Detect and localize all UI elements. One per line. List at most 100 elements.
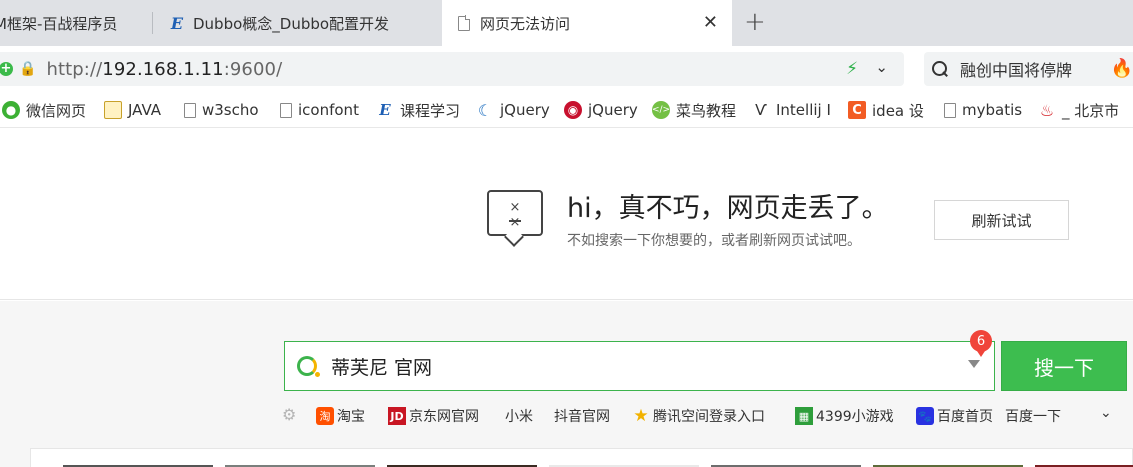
bookmark-label: mybatis	[962, 101, 1022, 119]
error-title: hi，真不巧，网页走丢了。	[567, 193, 889, 224]
hotlink-xiaomi[interactable]: 小米	[505, 405, 533, 427]
lightning-icon[interactable]: ⚡	[846, 59, 858, 79]
hotlink-label: 淘宝	[337, 409, 365, 425]
bookmark-idea[interactable]: C idea 设	[848, 100, 926, 120]
search-input[interactable]	[331, 355, 931, 377]
hotlink-label: 百度首页	[937, 409, 993, 425]
bookmarks-bar: ● 微信网页 JAVA w3scho iconfont E 课程学习 ☾ jQu…	[0, 92, 1133, 128]
bookmark-runoob[interactable]: </> 菜鸟教程	[652, 100, 738, 120]
4399-icon: ▦	[795, 407, 813, 425]
hotlink-label: 小米	[505, 409, 533, 425]
hot-links: ⚙ 淘 淘宝 JD 京东网官网 小米 抖音官网 ★ 腾讯空间登录入口 ▦ 439…	[280, 405, 1133, 427]
e-icon: E	[379, 101, 391, 119]
url-scheme: http://	[46, 58, 103, 80]
tab-strip: M框架-百战程序员 E Dubbo概念_Dubbo配置开发 网页无法访问 ✕ +	[0, 0, 1133, 46]
intellij-icon: Ѵ	[755, 101, 767, 119]
sad-face-icon: × ×	[487, 190, 543, 236]
search-button[interactable]: 搜一下	[1001, 341, 1127, 391]
bookmark-java[interactable]: JAVA	[104, 100, 168, 120]
hotlink-jd[interactable]: JD 京东网官网	[388, 405, 479, 427]
jquery-red-icon: ◉	[564, 101, 582, 119]
hotlink-taobao[interactable]: 淘 淘宝	[316, 405, 365, 427]
bookmark-iconfont[interactable]: iconfont	[280, 100, 360, 120]
bookmark-beijing[interactable]: ♨ _ 北京市	[1038, 100, 1118, 120]
bookmark-label: JAVA	[128, 101, 162, 119]
hotlink-baidu-search[interactable]: 百度一下	[1005, 405, 1061, 427]
bookmark-label: 菜鸟教程	[676, 101, 737, 120]
tab-dubbo[interactable]: E Dubbo概念_Dubbo配置开发	[153, 0, 441, 46]
address-bar[interactable]: + 🔒 http://192.168.1.11:9600/ ⚡ ⌄	[0, 52, 904, 86]
url-text[interactable]: http://192.168.1.11:9600/	[46, 59, 282, 80]
doc-icon	[184, 102, 196, 118]
bookmark-label: iconfont	[298, 101, 359, 119]
star-icon: ★	[633, 406, 649, 426]
chevron-down-icon[interactable]: ⌄	[1100, 405, 1112, 421]
plus-icon[interactable]: +	[0, 62, 13, 76]
search-section: 6 搜一下 ⚙ 淘 淘宝 JD 京东网官网 小米 抖音官网 ★ 腾讯空间登录入口…	[0, 301, 1133, 467]
new-tab-button[interactable]: +	[744, 8, 766, 36]
hotlink-4399[interactable]: ▦ 4399小游戏	[795, 405, 894, 427]
face-eyes: × ×	[509, 200, 531, 230]
bookmark-jquery[interactable]: ☾ jQuery	[476, 100, 552, 120]
doc-icon	[944, 102, 956, 118]
notification-badge: 6	[970, 330, 992, 357]
search-box[interactable]	[284, 341, 995, 391]
jd-icon: JD	[388, 407, 406, 425]
tab-label: 网页无法访问	[480, 14, 571, 33]
baidu-icon: 🐾	[916, 407, 934, 425]
bookmark-label: _ 北京市	[1062, 101, 1118, 120]
bookmark-wechat[interactable]: ● 微信网页	[2, 100, 88, 120]
address-row: + 🔒 http://192.168.1.11:9600/ ⚡ ⌄ 融创中国将停…	[0, 46, 1133, 92]
url-host: 192.168.1.11	[102, 58, 224, 80]
search-icon	[932, 61, 948, 77]
hotlink-label: 4399小游戏	[816, 409, 894, 425]
beijing-icon: ♨	[1039, 100, 1055, 120]
bookmark-course[interactable]: E 课程学习	[376, 100, 462, 120]
hotlink-baidu-home[interactable]: 🐾 百度首页	[916, 405, 993, 427]
c-icon: C	[848, 101, 866, 119]
tab-error-page[interactable]: 网页无法访问 ✕	[442, 0, 732, 46]
e-icon: E	[170, 13, 184, 33]
bookmark-intellij[interactable]: Ѵ Intellij I	[752, 100, 830, 120]
dropdown-arrow-icon[interactable]	[968, 360, 980, 368]
error-panel: × × hi，真不巧，网页走丢了。 不如搜索一下你想要的，或者刷新网页试试吧。 …	[0, 128, 1133, 300]
folder-icon	[104, 101, 122, 119]
close-tab-icon[interactable]: ✕	[703, 14, 718, 32]
search-hint: 融创中国将停牌	[960, 61, 1073, 80]
doc-icon	[458, 15, 471, 31]
bookmark-label: jQuery	[588, 101, 638, 119]
bookmark-mybatis[interactable]: mybatis	[944, 100, 1022, 120]
bookmark-w3school[interactable]: w3scho	[184, 100, 260, 120]
bookmark-label: 微信网页	[26, 101, 87, 120]
tab-label: M框架-百战程序员	[0, 14, 118, 33]
hotlink-label: 京东网官网	[409, 409, 479, 425]
tab-label: Dubbo概念_Dubbo配置开发	[193, 14, 390, 33]
chevron-down-icon[interactable]: ⌄	[875, 58, 888, 76]
url-port-path: :9600/	[223, 58, 283, 80]
not-secure-warning-icon[interactable]: 🔒	[19, 61, 36, 77]
content-tiles	[30, 448, 1133, 467]
tab-framework[interactable]: M框架-百战程序员	[0, 0, 152, 46]
fire-icon: 🔥	[1110, 58, 1133, 79]
360-search-logo-icon	[297, 356, 320, 377]
wechat-icon: ●	[2, 101, 20, 119]
bookmark-label: jQuery	[500, 101, 550, 119]
hotlink-qzone[interactable]: ★ 腾讯空间登录入口	[632, 405, 765, 427]
bookmark-label: Intellij I	[776, 101, 830, 119]
bookmark-label: idea 设	[872, 101, 924, 120]
refresh-button[interactable]: 刷新试试	[934, 200, 1069, 240]
error-subtitle: 不如搜索一下你想要的，或者刷新网页试试吧。	[567, 233, 861, 249]
hotlink-label: 抖音官网	[554, 409, 610, 425]
browser-search-box[interactable]: 融创中国将停牌 🔥	[924, 52, 1133, 86]
runoob-icon: </>	[652, 101, 670, 119]
bookmark-label: w3scho	[202, 101, 259, 119]
bookmark-label: 课程学习	[400, 101, 461, 120]
jquery-icon: ☾	[477, 100, 493, 120]
gear-icon[interactable]: ⚙	[282, 407, 298, 423]
hotlink-label: 腾讯空间登录入口	[653, 409, 765, 425]
bookmark-jquery-2[interactable]: ◉ jQuery	[564, 100, 638, 120]
hotlink-douyin[interactable]: 抖音官网	[554, 405, 610, 427]
face-mouth	[509, 220, 521, 222]
hotlink-label: 百度一下	[1005, 409, 1061, 425]
doc-icon	[280, 102, 292, 118]
